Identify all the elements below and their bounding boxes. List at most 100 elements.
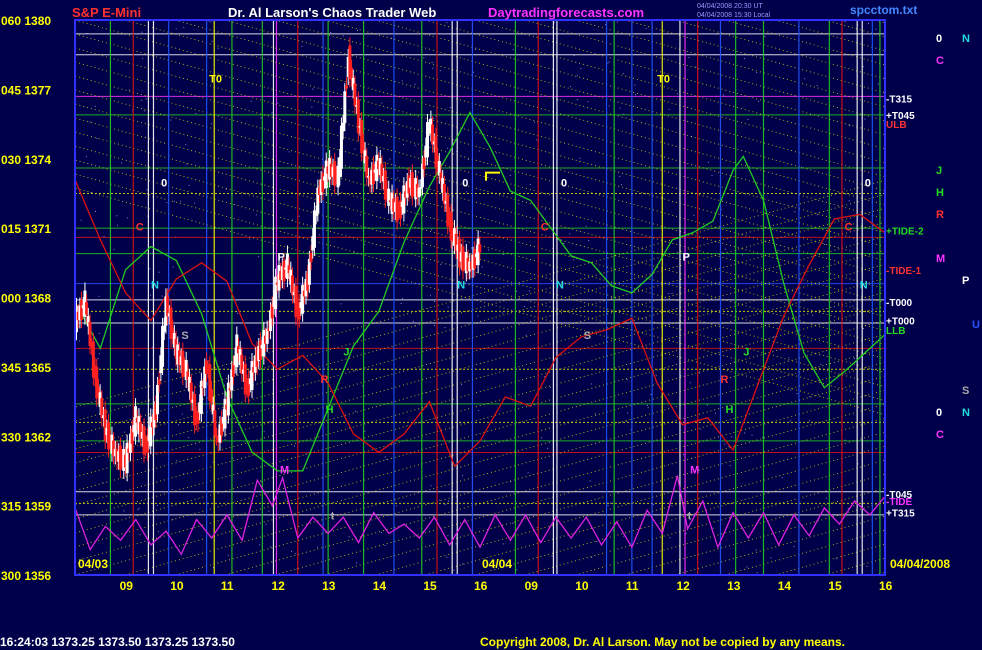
chart-marker: H xyxy=(726,404,734,416)
star-dot xyxy=(746,566,748,568)
star-dot xyxy=(181,413,183,415)
star-dot xyxy=(171,489,173,490)
star-dot xyxy=(742,254,743,256)
star-dot xyxy=(364,430,366,432)
star-dot xyxy=(516,290,517,292)
star-dot xyxy=(848,200,850,202)
star-dot xyxy=(579,157,581,159)
star-dot xyxy=(467,159,469,161)
star-dot xyxy=(525,334,527,336)
star-dot xyxy=(199,448,201,450)
star-dot xyxy=(305,453,307,455)
star-dot xyxy=(607,505,609,507)
star-dot xyxy=(385,458,387,460)
price-bar-up xyxy=(387,188,391,206)
price-bar-up xyxy=(307,258,311,285)
star-dot xyxy=(330,194,332,196)
star-dot xyxy=(623,535,625,537)
star-dot xyxy=(381,102,383,104)
star-dot xyxy=(623,72,625,74)
price-bar-down xyxy=(231,363,235,377)
star-dot xyxy=(145,98,147,100)
chart-marker: J xyxy=(343,346,349,358)
star-dot xyxy=(773,336,775,338)
star-dot xyxy=(265,523,267,525)
star-dot xyxy=(729,465,731,467)
star-dot xyxy=(585,225,587,227)
price-bar-up xyxy=(161,326,165,367)
star-dot xyxy=(170,119,172,121)
star-dot xyxy=(647,407,649,409)
star-dot xyxy=(594,413,596,415)
star-dot xyxy=(569,233,571,235)
price-bar-up xyxy=(223,398,227,429)
star-dot xyxy=(751,434,753,436)
star-dot xyxy=(224,438,226,440)
star-dot xyxy=(354,410,356,412)
star-dot xyxy=(533,121,535,123)
price-bar-up xyxy=(417,187,421,198)
price-bar-down xyxy=(103,409,107,441)
star-dot xyxy=(453,569,455,571)
chart-marker: S xyxy=(181,330,188,342)
star-dot xyxy=(711,174,713,176)
level-label: ULB xyxy=(886,120,907,131)
star-dot xyxy=(259,544,261,546)
star-dot xyxy=(289,52,291,54)
price-bar-up xyxy=(341,122,345,132)
price-bar-up xyxy=(250,361,254,390)
chart-marker: C xyxy=(136,221,144,233)
instrument-title: S&P E-Mini xyxy=(72,5,141,20)
price-bar-down xyxy=(181,350,185,377)
star-dot xyxy=(652,504,654,505)
star-dot xyxy=(89,121,91,123)
x-tick-label: 16 xyxy=(879,579,893,593)
star-dot xyxy=(444,504,446,506)
price-bar-down xyxy=(365,156,369,178)
star-dot xyxy=(195,112,197,114)
star-dot xyxy=(825,497,827,499)
star-dot xyxy=(397,170,399,172)
star-dot xyxy=(617,21,618,23)
star-dot xyxy=(712,527,714,529)
star-dot xyxy=(298,344,300,346)
star-dot xyxy=(731,436,733,438)
x-tick-label: 14 xyxy=(373,579,387,593)
star-dot xyxy=(340,303,342,305)
star-dot xyxy=(423,57,425,59)
star-dot xyxy=(446,556,448,558)
level-label: -TIDE xyxy=(886,497,912,508)
level-label: -TIDE-1 xyxy=(886,266,921,277)
star-dot xyxy=(626,379,628,380)
star-dot xyxy=(700,428,702,430)
star-dot xyxy=(852,305,854,307)
star-dot xyxy=(488,249,489,251)
star-dot xyxy=(384,456,386,458)
chart-marker: t xyxy=(331,511,335,523)
star-dot xyxy=(557,99,559,101)
star-dot xyxy=(862,66,864,67)
y-tick-label: 000 1368 xyxy=(1,292,51,306)
chart-marker: P xyxy=(278,252,285,264)
price-bar-up xyxy=(149,416,153,447)
price-bar-down xyxy=(410,172,414,198)
star-dot xyxy=(859,515,861,517)
star-dot xyxy=(397,177,399,179)
star-dot xyxy=(359,214,361,216)
chart-marker: M xyxy=(690,464,699,476)
star-dot xyxy=(96,138,98,139)
star-dot xyxy=(688,57,690,58)
star-dot xyxy=(138,354,140,356)
star-dot xyxy=(183,27,185,29)
x-tick-label: 15 xyxy=(828,579,842,593)
x-tick-label: 14 xyxy=(778,579,792,593)
timestamp-ut: 04/04/2008 20:30 UT xyxy=(697,3,763,10)
star-dot xyxy=(722,94,724,96)
price-bar-down xyxy=(157,379,161,385)
star-dot xyxy=(777,249,779,251)
star-dot xyxy=(864,118,866,120)
star-dot xyxy=(157,531,159,533)
star-dot xyxy=(227,554,229,556)
star-dot xyxy=(449,106,451,108)
planet-letter: H xyxy=(936,187,944,199)
